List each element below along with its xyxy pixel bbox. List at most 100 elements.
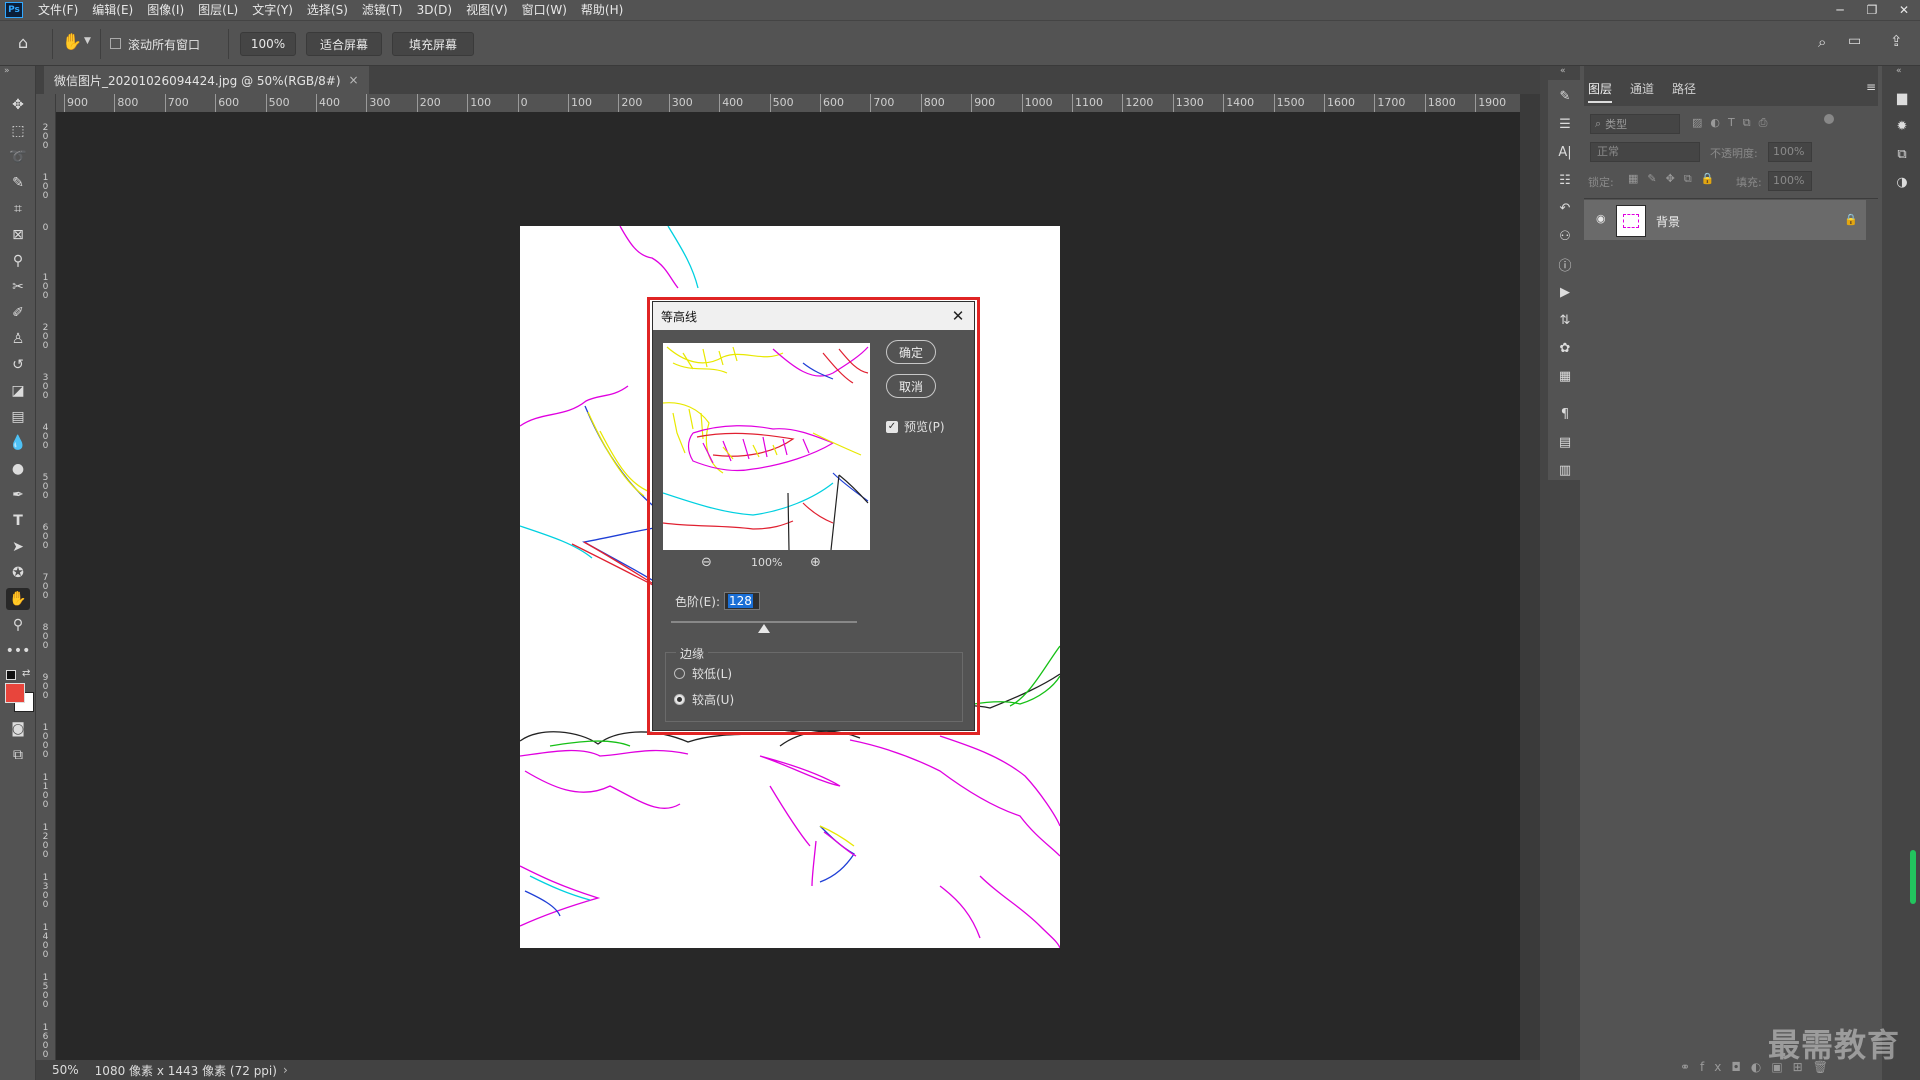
brush-tool-icon[interactable]: ✐ xyxy=(6,302,30,324)
layer-filter-select[interactable]: ⌕ 类型 xyxy=(1590,114,1680,134)
zoom-value-button[interactable]: 100% xyxy=(240,32,296,56)
panel-menu-icon[interactable]: ≡ xyxy=(1866,80,1876,94)
document-tab[interactable]: 微信图片_20201026094424.jpg @ 50%(RGB/8#) × xyxy=(44,66,369,94)
menu-help[interactable]: 帮助(H) xyxy=(574,0,630,20)
level-slider-track[interactable] xyxy=(671,621,857,623)
frame-tool-icon[interactable]: ⊠ xyxy=(6,224,30,246)
blend-mode-select[interactable]: 正常 xyxy=(1590,142,1700,162)
paragraph-styles-icon[interactable]: ☷ xyxy=(1554,170,1576,190)
search-icon[interactable]: ⌕ xyxy=(1818,33,1826,51)
more-tools-icon[interactable]: ••• xyxy=(6,640,31,662)
notes-icon[interactable]: ▤ xyxy=(1554,432,1576,452)
hand-tool-icon[interactable]: ✋ xyxy=(6,588,30,610)
menu-view[interactable]: 视图(V) xyxy=(459,0,515,20)
minimize-button[interactable]: ─ xyxy=(1824,0,1856,20)
layer-row-background[interactable]: ◉ 背景 🔒 xyxy=(1584,200,1866,240)
close-tab-icon[interactable]: × xyxy=(349,73,359,87)
edge-lower-radio[interactable] xyxy=(674,668,685,679)
zoom-out-icon[interactable]: ⊖ xyxy=(701,555,712,570)
pen-tool-icon[interactable]: ✒ xyxy=(6,484,30,506)
lock-icons[interactable]: ▦✎✥⧉🔒 xyxy=(1628,172,1723,186)
tab-layers[interactable]: 图层 xyxy=(1588,80,1613,103)
swap-colors-icon[interactable]: ⇄ xyxy=(22,668,30,679)
zoom-tool-icon[interactable]: ⚲ xyxy=(6,614,30,636)
healing-tool-icon[interactable]: ✂ xyxy=(6,276,30,298)
character-icon[interactable]: A| xyxy=(1554,142,1576,162)
ok-button[interactable]: 确定 xyxy=(886,340,936,364)
workspace-icon[interactable]: ▭ xyxy=(1848,33,1861,49)
visibility-eye-icon[interactable]: ◉ xyxy=(1596,212,1606,225)
menu-edit[interactable]: 编辑(E) xyxy=(85,0,140,20)
navigator-icon[interactable]: ✹ xyxy=(1892,116,1912,136)
horizontal-ruler[interactable]: 900 800 700 600 500 400 300 200 100 0 100 200 300 400… xyxy=(58,94,1520,113)
layer-name[interactable]: 背景 xyxy=(1656,213,1680,230)
crop-tool-icon[interactable]: ⌗ xyxy=(6,198,30,220)
menu-select[interactable]: 选择(S) xyxy=(300,0,355,20)
scroll-indicator[interactable] xyxy=(1910,850,1916,904)
blur-tool-icon[interactable]: 💧 xyxy=(6,432,30,454)
menu-layer[interactable]: 图层(L) xyxy=(191,0,245,20)
status-zoom[interactable]: 50% xyxy=(52,1063,79,1077)
edge-upper-option[interactable]: 较高(U) xyxy=(674,691,734,708)
cancel-button[interactable]: 取消 xyxy=(886,374,936,398)
filter-kind-icons[interactable]: ▨◐T⧉⎙ xyxy=(1692,116,1775,130)
dialog-title-bar[interactable]: 等高线 xyxy=(653,302,974,330)
table-icon[interactable]: ▦ xyxy=(1554,366,1576,386)
quick-select-tool-icon[interactable]: ✎ xyxy=(6,172,30,194)
fill-screen-button[interactable]: 填充屏幕 xyxy=(392,32,474,56)
fit-screen-button[interactable]: 适合屏幕 xyxy=(306,32,382,56)
dodge-tool-icon[interactable]: ● xyxy=(6,458,30,480)
history-brush-icon[interactable]: ↺ xyxy=(6,354,30,376)
actions-play-icon[interactable]: ▶ xyxy=(1554,282,1576,302)
marquee-tool-icon[interactable]: ⬚ xyxy=(6,120,30,142)
history-icon[interactable]: ↶ xyxy=(1554,198,1576,218)
menu-file[interactable]: 文件(F) xyxy=(31,0,85,20)
collapse-icon[interactable]: « xyxy=(1896,66,1902,76)
screen-mode-icon[interactable]: ⧉ xyxy=(6,744,30,766)
lasso-tool-icon[interactable]: ➰ xyxy=(6,146,30,168)
tab-paths[interactable]: 路径 xyxy=(1672,80,1696,97)
close-window-button[interactable]: ✕ xyxy=(1888,0,1920,20)
tab-channels[interactable]: 通道 xyxy=(1630,80,1654,97)
info-icon[interactable]: ⓘ xyxy=(1554,254,1576,274)
preview-checkbox[interactable]: ✓ xyxy=(886,420,898,433)
hand-tool-icon[interactable]: ✋ xyxy=(62,32,82,51)
dialog-preview-window[interactable] xyxy=(663,343,870,550)
collapse-icon[interactable]: » xyxy=(4,66,10,76)
gradient-tool-icon[interactable]: ▤ xyxy=(6,406,30,428)
vertical-ruler[interactable]: 2001000100200300400500600700800900100011… xyxy=(36,94,56,1062)
eyedropper-tool-icon[interactable]: ⚲ xyxy=(6,250,30,272)
opacity-input[interactable]: 100% xyxy=(1768,142,1812,162)
swatches-icon[interactable]: ✿ xyxy=(1554,338,1576,358)
share-icon[interactable]: ⇪ xyxy=(1890,32,1903,50)
menu-3d[interactable]: 3D(D) xyxy=(410,0,459,20)
level-input[interactable]: 128 xyxy=(724,592,760,610)
timeline-icon[interactable]: ⇅ xyxy=(1554,310,1576,330)
zoom-in-icon[interactable]: ⊕ xyxy=(810,555,821,570)
restore-button[interactable]: ❐ xyxy=(1856,0,1888,20)
stamp-tool-icon[interactable]: ♙ xyxy=(6,328,30,350)
histogram-icon[interactable]: ▆ xyxy=(1892,88,1912,108)
adjustments-icon[interactable]: ☰ xyxy=(1554,114,1576,134)
document-icon[interactable]: ▥ xyxy=(1554,460,1576,480)
chevron-down-icon[interactable]: ▼ xyxy=(84,36,91,46)
home-icon[interactable]: ⌂ xyxy=(18,33,28,52)
adjustment-layer-icon[interactable]: ◑ xyxy=(1892,172,1912,192)
menu-window[interactable]: 窗口(W) xyxy=(515,0,574,20)
vertical-scrollbar[interactable] xyxy=(1520,94,1540,1060)
preview-checkbox-row[interactable]: ✓ 预览(P) xyxy=(886,418,945,435)
clone-source-icon[interactable]: ⚇ xyxy=(1554,226,1576,246)
menu-image[interactable]: 图像(I) xyxy=(140,0,191,20)
brush-settings-icon[interactable]: ✎ xyxy=(1554,86,1576,106)
edge-lower-option[interactable]: 较低(L) xyxy=(674,665,732,682)
collapse-icon[interactable]: « xyxy=(1560,66,1566,76)
move-tool-icon[interactable]: ✥ xyxy=(6,94,30,116)
level-slider-thumb[interactable] xyxy=(758,624,771,633)
edge-upper-radio[interactable] xyxy=(674,694,685,705)
pilcrow-icon[interactable]: ¶ xyxy=(1554,404,1576,424)
type-tool-icon[interactable]: T xyxy=(6,510,30,532)
path-select-icon[interactable]: ➤ xyxy=(6,536,30,558)
quick-mask-icon[interactable]: ◙ xyxy=(6,718,30,740)
foreground-color-swatch[interactable] xyxy=(5,683,25,703)
fill-input[interactable]: 100% xyxy=(1768,171,1812,191)
